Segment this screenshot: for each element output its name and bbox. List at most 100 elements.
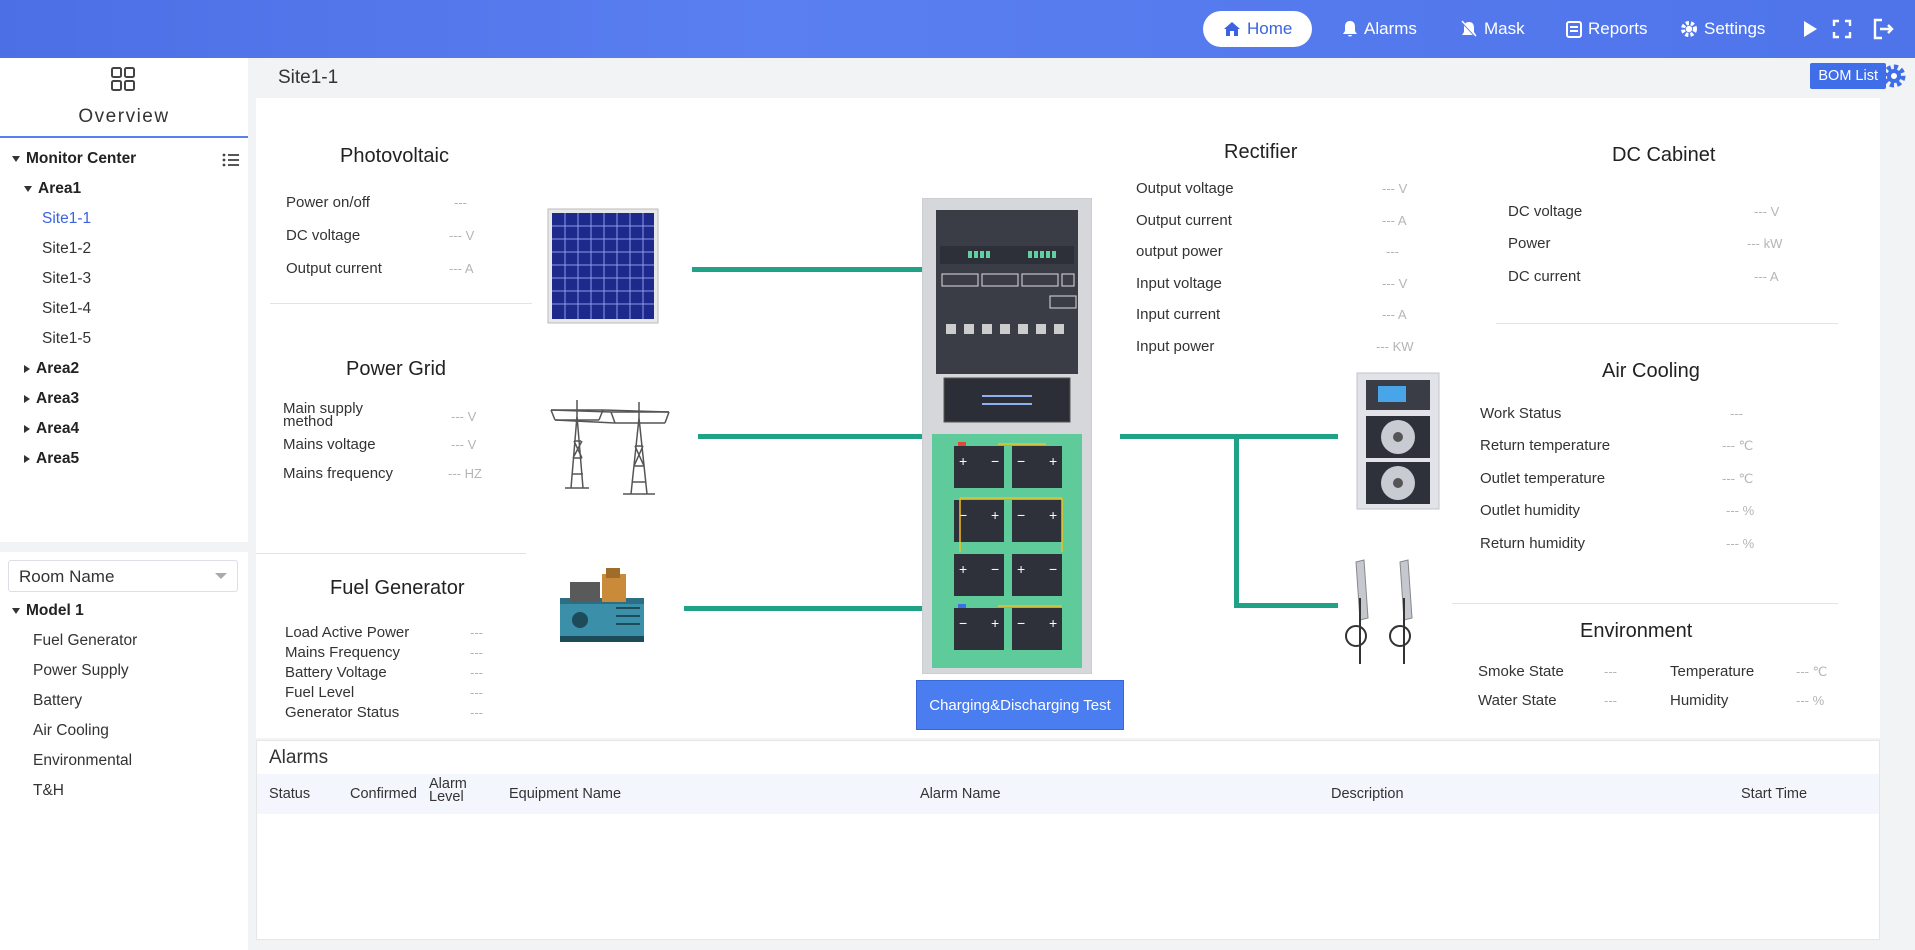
column-header[interactable]: Description xyxy=(1331,786,1404,802)
bom-list-button[interactable]: BOM List xyxy=(1810,63,1886,89)
svg-text:+: + xyxy=(1049,507,1057,523)
tree-area-2[interactable]: Area2 xyxy=(24,360,79,378)
tree-model-power-supply[interactable]: Power Supply xyxy=(33,662,129,680)
grid-row-label: Main supply method xyxy=(283,400,364,430)
sidebar: Overview Monitor Center Area1 Site1-1 Si… xyxy=(0,58,248,950)
fuel-row-label: Battery Voltage xyxy=(285,664,387,681)
rectifier-row-label: output power xyxy=(1136,243,1223,260)
tree-model-battery[interactable]: Battery xyxy=(33,692,82,710)
nav-home-button[interactable]: Home xyxy=(1203,11,1313,47)
dc-title: DC Cabinet xyxy=(1612,144,1716,166)
nav-reports-button[interactable]: Reports xyxy=(1566,11,1648,47)
grid-title: Power Grid xyxy=(346,358,447,380)
logout-icon[interactable] xyxy=(1870,16,1896,42)
caret-right-icon xyxy=(24,394,30,403)
nav-settings-button[interactable]: Settings xyxy=(1680,11,1765,47)
air-title: Air Cooling xyxy=(1602,360,1700,382)
nav-alarms-button[interactable]: Alarms xyxy=(1342,11,1417,47)
caret-down-icon xyxy=(24,185,32,192)
fullscreen-icon[interactable] xyxy=(1829,16,1855,42)
tree-site-1-5[interactable]: Site1-5 xyxy=(42,330,91,348)
play-icon[interactable] xyxy=(1797,16,1823,42)
svg-text:+: + xyxy=(991,615,999,631)
fuel-row-value: --- xyxy=(470,665,483,680)
tree-model-1[interactable]: Model 1 xyxy=(12,602,84,620)
caret-right-icon xyxy=(24,424,30,433)
dc-row-label: DC current xyxy=(1508,268,1581,285)
environment-connection-line xyxy=(1234,603,1338,608)
env-water-label: Water State xyxy=(1478,692,1557,709)
vertical-connection-line xyxy=(1234,434,1239,608)
rectifier-row-value: --- A xyxy=(1382,213,1407,228)
pv-row-label: Power on/off xyxy=(286,194,370,211)
air-row-label: Outlet humidity xyxy=(1480,502,1581,519)
svg-text:−: − xyxy=(1017,507,1025,523)
tree-site-1-2[interactable]: Site1-2 xyxy=(42,240,91,258)
column-header[interactable]: Confirmed xyxy=(350,786,417,802)
tree-site-1-1[interactable]: Site1-1 xyxy=(42,210,91,228)
divider xyxy=(1496,323,1838,324)
tree-area-3[interactable]: Area3 xyxy=(24,390,79,408)
dc-row-value: --- A xyxy=(1754,269,1779,284)
room-name-select[interactable]: Room Name xyxy=(8,560,238,592)
dc-row-label: DC voltage xyxy=(1508,203,1583,220)
tree-label: Area1 xyxy=(38,180,82,197)
grid-connection-line xyxy=(698,434,941,439)
tree-model-air-cooling[interactable]: Air Cooling xyxy=(33,722,109,740)
tree-monitor-center[interactable]: Monitor Center xyxy=(12,150,136,168)
column-header[interactable]: Alarm Name xyxy=(920,786,1001,802)
pv-row-value: --- xyxy=(454,195,467,210)
chevron-down-icon xyxy=(215,573,227,579)
page-title: Site1-1 xyxy=(278,67,339,88)
pv-row-value: --- V xyxy=(449,228,475,243)
pv-row-value: --- A xyxy=(449,261,474,276)
tree-area-5[interactable]: Area5 xyxy=(24,450,79,468)
tree-label: Area2 xyxy=(36,360,80,377)
nav-mask-button[interactable]: Mask xyxy=(1460,11,1525,47)
dc-row-label: Power xyxy=(1508,235,1551,252)
alarms-title: Alarms xyxy=(269,747,329,768)
fuel-row-value: --- xyxy=(470,645,483,660)
grid-row-value: --- V xyxy=(451,409,477,424)
fuel-title: Fuel Generator xyxy=(330,577,465,599)
overview-tab[interactable]: Overview xyxy=(0,58,248,138)
home-icon xyxy=(1224,22,1240,36)
list-icon[interactable] xyxy=(222,152,240,168)
site-diagram-panel: Photovoltaic Power on/off --- DC voltage… xyxy=(256,98,1880,738)
rectifier-row-value: --- V xyxy=(1382,181,1408,196)
fuel-row-label: Generator Status xyxy=(285,704,400,721)
charging-discharging-test-button[interactable]: Charging&Discharging Test xyxy=(916,680,1124,730)
svg-text:+: + xyxy=(1049,615,1057,631)
gear-icon[interactable] xyxy=(1880,62,1908,90)
svg-text:+: + xyxy=(959,453,967,469)
sidebar-divider xyxy=(0,542,248,552)
alarms-panel: Alarms Status Confirmed Alarm Level Equi… xyxy=(256,740,1880,940)
tree-model-fuel-generator[interactable]: Fuel Generator xyxy=(33,632,137,650)
column-header[interactable]: Start Time xyxy=(1741,786,1807,802)
dc-row-value: --- kW xyxy=(1747,236,1783,251)
env-smoke-value: --- xyxy=(1604,664,1617,679)
tree-label: Area3 xyxy=(36,390,80,407)
tree-area-4[interactable]: Area4 xyxy=(24,420,79,438)
nav-reports-label: Reports xyxy=(1588,19,1648,38)
svg-text:+: + xyxy=(959,561,967,577)
caret-right-icon xyxy=(24,364,30,373)
tree-area-1[interactable]: Area1 xyxy=(24,180,81,198)
column-header[interactable]: Alarm Level xyxy=(429,777,473,805)
env-title: Environment xyxy=(1580,620,1693,642)
svg-text:−: − xyxy=(991,453,999,469)
air-row-label: Return humidity xyxy=(1480,535,1586,552)
rectifier-row-value: --- V xyxy=(1382,276,1408,291)
tree-site-1-3[interactable]: Site1-3 xyxy=(42,270,91,288)
tree-site-1-4[interactable]: Site1-4 xyxy=(42,300,91,318)
report-icon xyxy=(1566,21,1582,38)
bell-off-icon xyxy=(1461,20,1477,38)
pv-row-label: DC voltage xyxy=(286,227,361,244)
grid-row-label: Mains voltage xyxy=(283,436,376,453)
tree-model-environmental[interactable]: Environmental xyxy=(33,752,132,770)
rectifier-row-label: Output current xyxy=(1136,212,1232,229)
column-header[interactable]: Status xyxy=(269,786,310,802)
fuel-row-label: Mains Frequency xyxy=(285,644,401,661)
tree-model-th[interactable]: T&H xyxy=(33,782,64,800)
column-header[interactable]: Equipment Name xyxy=(509,786,621,802)
